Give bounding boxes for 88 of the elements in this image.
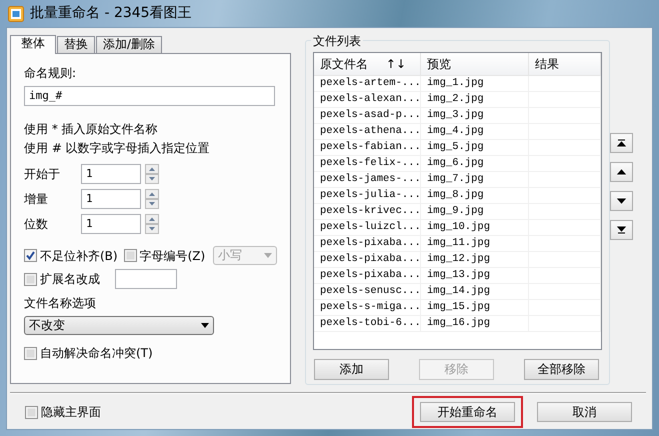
table-cell: img_16.jpg [421,316,529,331]
naming-rule-field[interactable]: img_# [24,86,275,106]
table-cell: pexels-krivec... [314,204,421,219]
move-up-icon [616,168,627,176]
checkbox-label: 扩展名改成 [40,271,100,288]
table-cell: img_1.jpg [421,76,529,91]
hint-text: 使用 * 插入原始文件名称 [24,121,159,138]
checkbox-label: 不足位补齐(B) [40,248,118,264]
table-cell: pexels-pixaba... [314,252,421,267]
header-label: 结果 [535,56,559,73]
app-icon[interactable] [8,6,24,22]
checkbox-label: 自动解决命名冲突(T) [40,345,153,362]
table-cell: pexels-s-miga... [314,300,421,315]
table-cell: img_11.jpg [421,236,529,251]
field-label: 增量 [24,191,49,208]
caret-icon [264,253,272,258]
table-cell: pexels-felix-... [314,156,421,171]
dropdown-value: 小写 [218,247,242,264]
table-cell: pexels-pixaba... [314,236,421,251]
table-cell: img_12.jpg [421,252,529,267]
table-cell: img_2.jpg [421,92,529,107]
group-title: 文件列表 [311,32,363,50]
table-cell: pexels-athena... [314,124,421,139]
table-cell: img_3.jpg [421,108,529,123]
header-label: 原文件名 [320,56,368,73]
button[interactable]: 开始重命名 [420,402,515,422]
button[interactable] [610,220,633,240]
table-cell: img_13.jpg [421,268,529,283]
field-label: 开始于 [24,166,61,183]
checkbox[interactable] [124,249,137,262]
table-cell: img_6.jpg [421,156,529,171]
button[interactable]: 全部移除 [524,359,599,380]
header-label: 预览 [427,56,451,73]
button[interactable]: 取消 [537,402,632,422]
field-label: 命名规则: [24,65,78,82]
column-header[interactable]: 结果 [529,53,601,75]
file-list[interactable] [313,52,602,350]
checkbox[interactable] [24,249,37,262]
checkbox[interactable] [24,272,37,286]
table-cell: img_5.jpg [421,140,529,155]
checkbox[interactable] [25,406,38,418]
table-cell: img_8.jpg [421,188,529,203]
hint-text: 使用 # 以数字或字母插入指定位置 [24,140,211,157]
table-cell: pexels-luizcl... [314,220,421,235]
table-cell: pexels-james-... [314,172,421,187]
move-bottom-icon [616,226,627,234]
number-field[interactable]: 1 [81,189,141,209]
button[interactable]: 添加 [314,359,389,380]
table-cell: pexels-senusc... [314,284,421,299]
checkbox-label: 隐藏主界面 [41,404,101,421]
dropdown-value: 不改变 [29,317,65,334]
table-cell: pexels-alexan... [314,92,421,107]
extension-field[interactable] [115,269,177,289]
table-cell: pexels-tobi-6... [314,316,421,331]
spinner-arrows[interactable] [145,214,159,234]
field-label: 文件名称选项 [24,295,97,312]
table-cell: img_4.jpg [421,124,529,139]
checkbox-label: 字母编号(Z) [140,248,206,264]
field-label: 位数 [24,216,49,233]
table-cell: pexels-asad-p... [314,108,421,123]
button[interactable] [610,133,633,153]
button[interactable] [610,191,633,211]
dropdown[interactable]: 不改变 [24,316,214,335]
table-cell: img_7.jpg [421,172,529,187]
tab[interactable]: 添加/删除 [96,36,162,53]
number-field[interactable]: 1 [81,164,141,184]
spinner-arrows[interactable] [145,189,159,209]
table-cell: img_14.jpg [421,284,529,299]
spinner-arrows[interactable] [145,164,159,184]
table-cell: img_15.jpg [421,300,529,315]
table-cell: img_10.jpg [421,220,529,235]
checkbox[interactable] [24,346,37,360]
window-title: 批量重命名 - 2345看图王 [30,4,192,23]
column-header[interactable]: 预览 [421,53,529,75]
table-cell: img_9.jpg [421,204,529,219]
move-top-icon [616,139,627,147]
tab[interactable]: 替换 [57,36,95,53]
table-cell: pexels-fabian... [314,140,421,155]
move-down-icon [616,197,627,205]
caret-icon [201,323,209,328]
table-cell: pexels-julia-... [314,188,421,203]
table-cell: pexels-artem-... [314,76,421,91]
number-field[interactable]: 1 [81,214,141,234]
button[interactable] [610,162,633,182]
tab[interactable]: 整体 [10,35,56,54]
table-cell: pexels-pixaba... [314,268,421,283]
column-header[interactable]: 原文件名 ↑↓ [314,53,421,75]
sort-mark: ↑↓ [386,56,406,73]
